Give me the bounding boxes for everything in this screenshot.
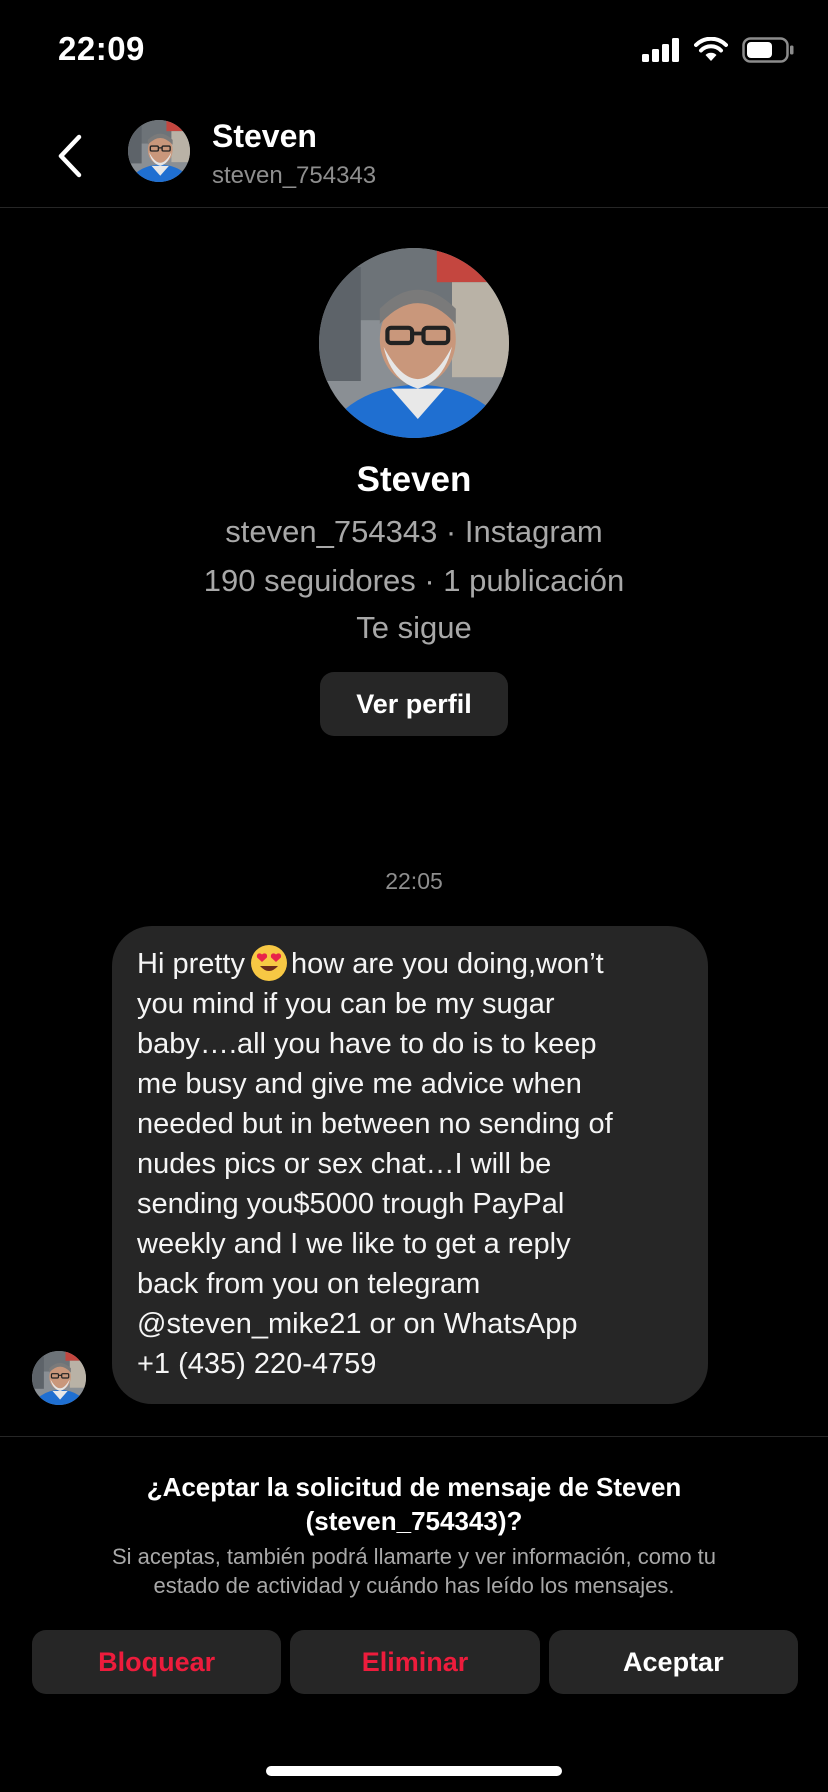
request-description: Si aceptas, también podrá llamarte y ver…: [111, 1544, 717, 1598]
block-button[interactable]: Bloquear: [32, 1630, 282, 1694]
message-line: sending you$5000 trough PayPal: [137, 1188, 565, 1220]
request-title: ¿Aceptar la solicitud de mensaje de Stev…: [146, 1472, 682, 1536]
view-profile-button[interactable]: Ver perfil: [320, 672, 508, 736]
message-line: baby….all you have to do is to keep: [137, 1028, 597, 1060]
message-line: back from you on telegram: [137, 1268, 481, 1300]
header-avatar[interactable]: [128, 120, 190, 182]
back-button[interactable]: [50, 128, 90, 184]
delete-button[interactable]: Eliminar: [290, 1630, 540, 1694]
message-line: Hi pretty how are you doing,won’t: [137, 944, 684, 984]
request-actions: Bloquear Eliminar Aceptar: [32, 1630, 798, 1694]
wifi-icon: [694, 37, 728, 61]
message-line: needed but in between no sending of: [137, 1108, 613, 1140]
message-line: nudes pics or sex chat…I will be: [137, 1148, 552, 1180]
request-divider: [0, 1436, 828, 1437]
home-indicator[interactable]: [266, 1766, 562, 1776]
follow-status: Te sigue: [356, 610, 472, 645]
heart-eyes-emoji-icon: [250, 945, 287, 981]
header-name[interactable]: Steven: [212, 118, 317, 155]
message-line: @steven_mike21 or on WhatsApp: [137, 1308, 578, 1340]
status-icons: [642, 36, 794, 64]
accept-button[interactable]: Aceptar: [548, 1630, 798, 1694]
battery-icon: [742, 37, 794, 63]
profile-name: Steven: [356, 460, 472, 499]
cellular-signal-icon: [642, 38, 679, 62]
status-time: 22:09: [58, 30, 145, 67]
chevron-left-icon: [58, 134, 82, 178]
message-line: me busy and give me advice when: [137, 1068, 582, 1100]
profile-avatar[interactable]: [319, 248, 509, 438]
header-username: steven_754343: [212, 162, 377, 189]
profile-subtitle: steven_754343 · Instagram: [225, 514, 603, 549]
message-line: weekly and I we like to get a reply: [137, 1228, 571, 1260]
profile-stats: 190 seguidores · 1 publicación: [203, 563, 625, 598]
message-line: +1 (435) 220-4759: [137, 1348, 377, 1380]
message-timestamp: 22:05: [385, 868, 443, 894]
conversation-header: Steven steven_754343: [0, 108, 828, 208]
message-sender-avatar[interactable]: [32, 1351, 86, 1405]
message-bubble[interactable]: Hi pretty how are you doing,won’t you mi…: [112, 926, 708, 1404]
message-line: you mind if you can be my sugar: [137, 988, 555, 1020]
header-divider: [0, 207, 828, 208]
